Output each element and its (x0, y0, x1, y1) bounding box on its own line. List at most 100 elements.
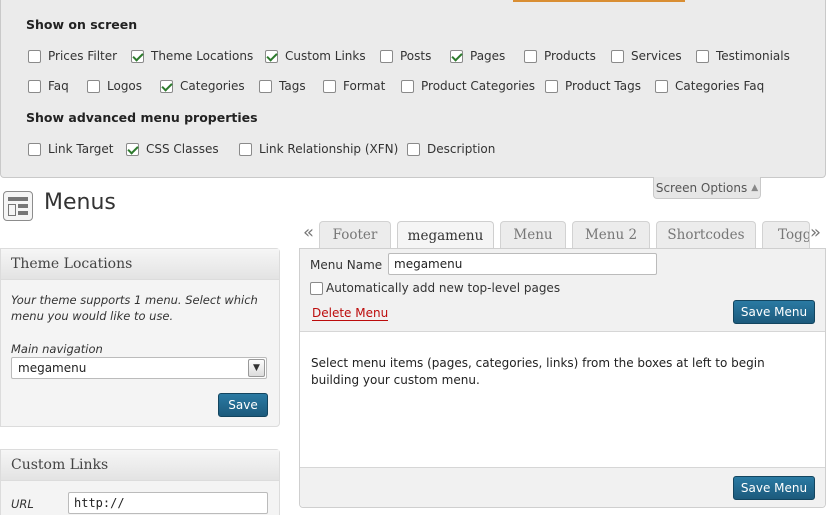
checkbox-box[interactable] (450, 49, 463, 63)
checkbox-product-categories[interactable]: Product Categories (401, 79, 535, 93)
menu-name-label: Menu Name (310, 258, 383, 272)
checkbox-box[interactable] (131, 49, 144, 63)
checkbox-label: Link Target (48, 142, 114, 156)
url-label: URL (11, 497, 34, 511)
save-menu-button-top[interactable]: Save Menu (733, 300, 815, 324)
save-menu-button-bottom[interactable]: Save Menu (733, 476, 815, 500)
tab-shortcodes[interactable]: Shortcodes (656, 221, 756, 248)
theme-locations-title[interactable]: Theme Locations (1, 249, 279, 280)
checkbox-logos[interactable]: Logos (87, 79, 142, 93)
checkbox-label: Custom Links (285, 49, 366, 63)
url-input[interactable]: http:// (68, 492, 268, 514)
checkbox-css-classes[interactable]: CSS Classes (126, 142, 219, 156)
checkbox-label: Testimonials (716, 49, 790, 63)
accent-bar (513, 0, 685, 2)
checkbox-label: Description (427, 142, 496, 156)
checkbox-label: Product Categories (421, 79, 536, 93)
tabs-next-icon[interactable]: » (810, 222, 821, 243)
checkbox-link-relationship[interactable]: Link Relationship (XFN) (239, 142, 398, 156)
show-on-screen-heading: Show on screen (26, 17, 138, 32)
checkbox-format[interactable]: Format (323, 79, 385, 93)
screen-options-toggle-label: Screen Options (655, 180, 748, 195)
checkbox-box[interactable] (259, 79, 272, 93)
checkbox-box[interactable] (310, 281, 323, 295)
checkbox-pages[interactable]: Pages (450, 49, 505, 63)
checkbox-label: Tags (279, 79, 306, 93)
tab-megamenu[interactable]: megamenu (397, 221, 494, 249)
checkbox-label: Link Relationship (XFN) (259, 142, 399, 156)
main-navigation-select[interactable]: megamenu ▼ (11, 357, 267, 379)
checkbox-label: Product Tags (565, 79, 641, 93)
checkbox-faq[interactable]: Faq (28, 79, 69, 93)
checkbox-services[interactable]: Services (611, 49, 682, 63)
checkbox-products[interactable]: Products (524, 49, 596, 63)
checkbox-box[interactable] (407, 142, 420, 156)
checkbox-link-target[interactable]: Link Target (28, 142, 114, 156)
tab-menu[interactable]: Menu (500, 221, 566, 248)
checkbox-box[interactable] (696, 49, 709, 63)
custom-links-box: Custom Links URL http:// (0, 449, 280, 515)
theme-locations-description: Your theme supports 1 menu. Select which… (11, 293, 258, 323)
page-title: Menus (44, 190, 116, 215)
checkbox-label: Posts (400, 49, 432, 63)
checkbox-label: CSS Classes (146, 142, 219, 156)
checkbox-box[interactable] (524, 49, 537, 63)
checkbox-box[interactable] (545, 79, 558, 93)
auto-add-pages-label: Automatically add new top-level pages (326, 281, 561, 295)
tab-toggle[interactable]: Toggle (762, 221, 810, 248)
checkbox-box[interactable] (401, 79, 414, 93)
chevron-down-icon[interactable]: ▼ (248, 359, 265, 377)
tab-menu-2[interactable]: Menu 2 (572, 221, 650, 248)
menus-icon (3, 191, 33, 221)
checkbox-label: Products (544, 49, 596, 63)
menu-editor-footer: Save Menu (300, 467, 825, 507)
delete-menu-link[interactable]: Delete Menu (312, 306, 389, 321)
checkbox-label: Services (631, 49, 682, 63)
checkbox-prices-filter[interactable]: Prices Filter (28, 49, 117, 63)
checkbox-label: Format (343, 79, 386, 93)
checkbox-box[interactable] (655, 79, 668, 93)
checkbox-categories-faq[interactable]: Categories Faq (655, 79, 764, 93)
checkbox-label: Faq (48, 79, 69, 93)
checkbox-box[interactable] (265, 49, 278, 63)
checkbox-box[interactable] (28, 142, 41, 156)
checkbox-box[interactable] (380, 49, 393, 63)
checkbox-categories[interactable]: Categories (160, 79, 245, 93)
checkbox-label: Pages (470, 49, 506, 63)
menu-name-input[interactable]: megamenu (388, 253, 657, 275)
theme-locations-save-button[interactable]: Save (218, 393, 268, 417)
checkbox-box[interactable] (239, 142, 252, 156)
checkbox-label: Categories Faq (675, 79, 765, 93)
checkbox-box[interactable] (323, 79, 336, 93)
checkbox-testimonials[interactable]: Testimonials (696, 49, 790, 63)
checkbox-box[interactable] (160, 79, 173, 93)
checkbox-description[interactable]: Description (407, 142, 495, 156)
auto-add-pages-checkbox[interactable]: Automatically add new top-level pages (310, 281, 560, 295)
checkbox-box[interactable] (126, 142, 139, 156)
checkbox-box[interactable] (611, 49, 624, 63)
advanced-properties-heading: Show advanced menu properties (26, 110, 258, 125)
checkbox-box[interactable] (28, 49, 41, 63)
checkbox-label: Prices Filter (48, 49, 118, 63)
arrow-up-icon: ▲ (751, 182, 759, 193)
checkbox-box[interactable] (87, 79, 100, 93)
tab-footer[interactable]: Footer (319, 221, 391, 248)
menu-editor-header: Menu Name megamenu Automatically add new… (300, 249, 825, 332)
checkbox-box[interactable] (28, 79, 41, 93)
screen-options-toggle[interactable]: Screen Options ▲ (653, 177, 761, 199)
main-navigation-value: megamenu (18, 361, 87, 375)
checkbox-label: Theme Locations (151, 49, 254, 63)
checkbox-posts[interactable]: Posts (380, 49, 431, 63)
checkbox-custom-links[interactable]: Custom Links (265, 49, 366, 63)
custom-links-title[interactable]: Custom Links (1, 450, 279, 481)
menu-editor: Menu Name megamenu Automatically add new… (299, 248, 826, 508)
main-navigation-label: Main navigation (11, 342, 103, 356)
checkbox-theme-locations[interactable]: Theme Locations (131, 49, 253, 63)
tabs-prev-icon[interactable]: « (303, 222, 314, 243)
theme-locations-box: Theme Locations Your theme supports 1 me… (0, 248, 280, 427)
screen-options-panel: Show on screen Prices Filter Theme Locat… (0, 0, 826, 178)
checkbox-tags[interactable]: Tags (259, 79, 306, 93)
checkbox-product-tags[interactable]: Product Tags (545, 79, 641, 93)
menu-editor-message: Select menu items (pages, categories, li… (311, 356, 765, 387)
checkbox-label: Logos (107, 79, 143, 93)
